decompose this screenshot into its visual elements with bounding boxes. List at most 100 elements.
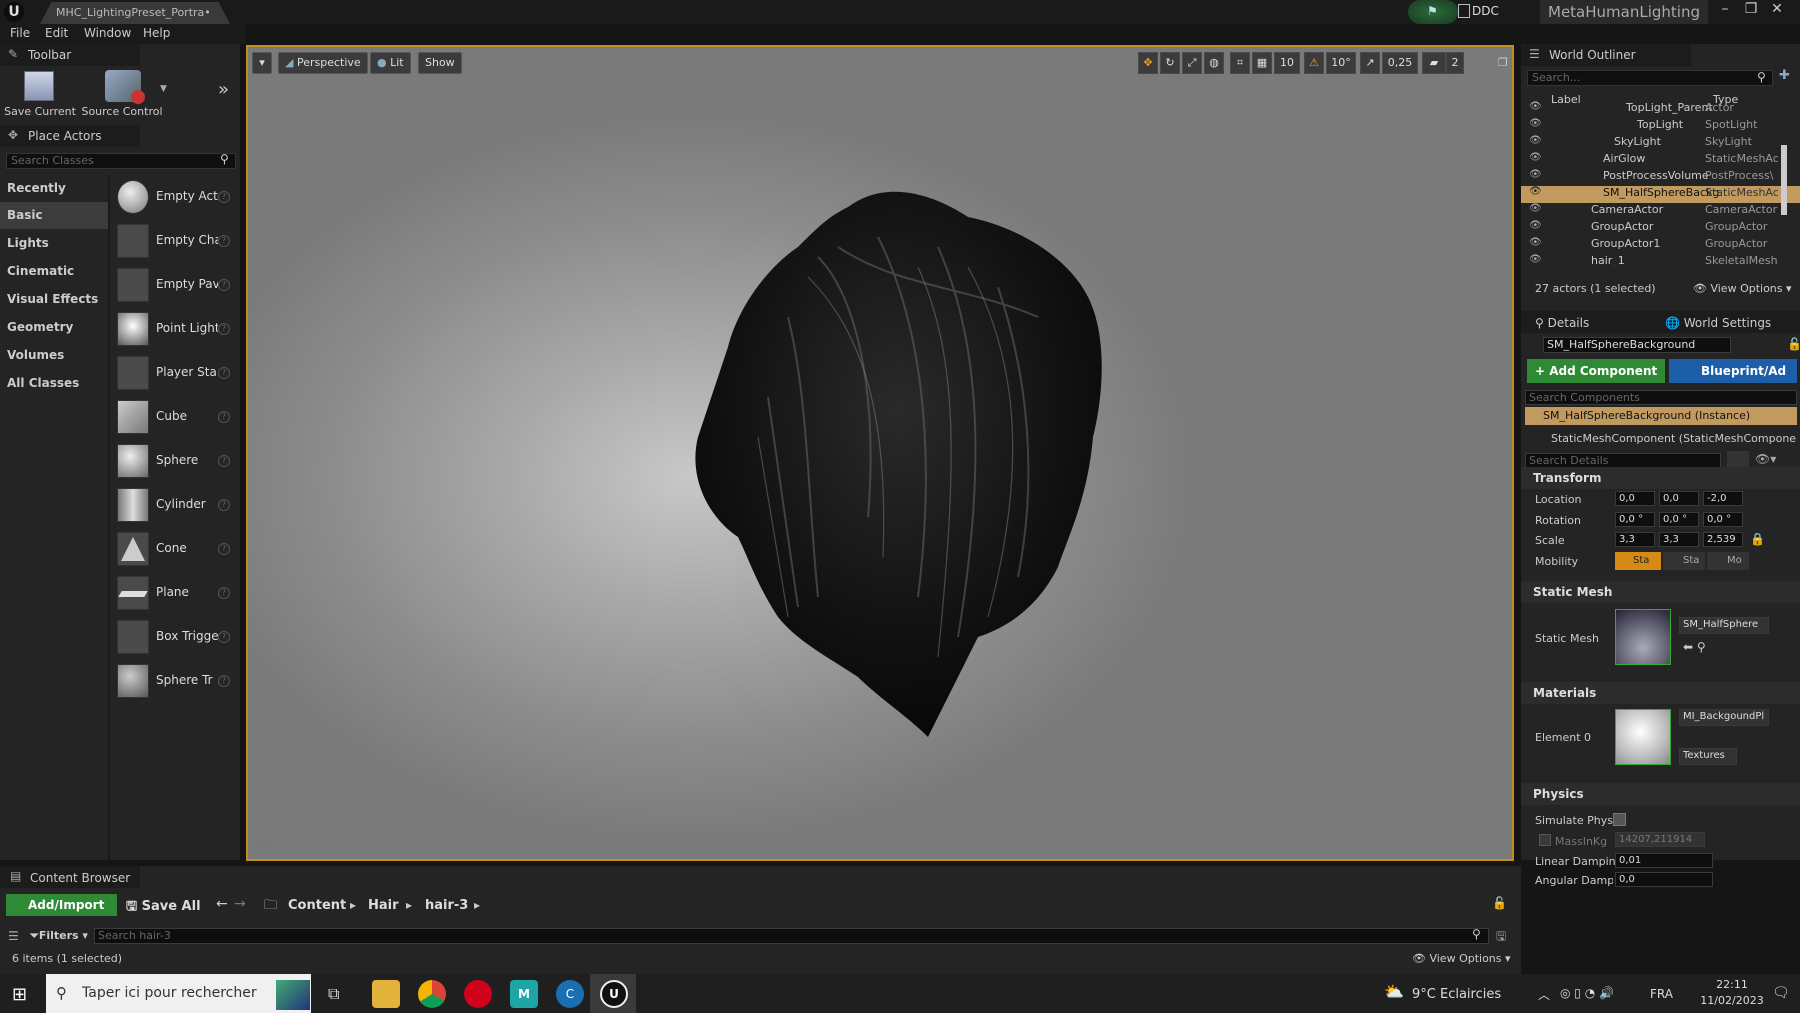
help-icon[interactable]: ? [218,279,230,291]
menu-file[interactable]: File [10,26,30,40]
add-folder-icon[interactable]: ✚ [1779,68,1790,83]
clock-date[interactable]: 11/02/2023 [1696,994,1768,1007]
outliner-row[interactable]: 👁 GroupActor1 GroupActor [1521,237,1800,254]
category-lights[interactable]: Lights [0,230,108,257]
help-icon[interactable]: ? [218,411,230,423]
camera-speed-value[interactable]: 2 [1446,52,1464,74]
lock-scale-icon[interactable]: 🔒 [1750,532,1765,546]
weather-text[interactable]: 9°C Eclaircies [1412,987,1501,1002]
category-volumes[interactable]: Volumes [0,342,108,369]
visibility-icon[interactable]: 👁▾ [1755,452,1776,466]
grid-snap-value[interactable]: 10 [1274,52,1300,74]
system-tray-icons[interactable]: ◎ ▯ ◔ 🔊 [1560,986,1614,1000]
help-icon[interactable]: ? [218,235,230,247]
location-y[interactable]: 0,0 [1659,491,1699,506]
location-label[interactable]: Location [1535,493,1582,506]
outliner-row-selected[interactable]: 👁 SM_HalfSphereBackg StaticMeshAc [1521,186,1800,203]
translate-icon[interactable]: ✥ [1138,52,1158,74]
mass-field[interactable]: 14207,211914 [1615,832,1705,847]
help-icon[interactable]: ? [218,455,230,467]
actor-item[interactable]: Cube? [113,398,238,438]
minimize-icon[interactable]: – [1712,0,1738,20]
lock-icon[interactable]: 🔓 [1492,896,1507,910]
rotation-x[interactable]: 0,0 ° [1615,512,1655,527]
save-current-button[interactable]: Save Current [4,105,76,118]
menu-window[interactable]: Window [84,26,131,40]
actor-item[interactable]: Cylinder? [113,486,238,526]
scale-snap-value[interactable]: 0,25 [1382,52,1418,74]
actor-item[interactable]: Empty Act? [113,178,238,218]
component-row[interactable]: StaticMeshComponent (StaticMeshComponent [1551,432,1797,445]
category-recently-placed[interactable]: Recently Placed [0,175,108,222]
cinema-app-icon[interactable]: C [556,980,584,1008]
menu-help[interactable]: Help [143,26,170,40]
notification-badge-icon[interactable]: ⚑ [1408,0,1458,24]
taskbar-search-input[interactable]: Taper ici pour rechercher [46,974,311,1013]
breadcrumb-content[interactable]: Content [288,898,346,913]
task-view-icon[interactable]: ⧉ [328,984,339,1004]
maximize-icon[interactable]: ❐ [1738,0,1764,20]
category-basic[interactable]: Basic [0,202,108,229]
back-arrow-icon[interactable]: ← [216,896,228,912]
save-icon[interactable] [24,71,54,101]
outliner-search-input[interactable]: Search... [1527,70,1773,86]
surface-snap-icon[interactable]: ⌗ [1230,52,1250,74]
category-all-classes[interactable]: All Classes [0,370,108,397]
simulate-physics-checkbox[interactable] [1613,813,1626,826]
outliner-view-options[interactable]: 👁 View Options ▾ [1693,282,1792,295]
eye-icon[interactable]: 👁 [1529,101,1542,112]
chrome-icon[interactable] [418,980,446,1008]
actor-item[interactable]: Empty Cha? [113,222,238,262]
lock-icon[interactable]: 🔓 [1787,337,1800,351]
static-mesh-combo[interactable]: SM_HalfSphere [1679,617,1769,634]
outliner-row[interactable]: 👁 AirGlow StaticMeshAc [1521,152,1800,169]
static-mesh-section[interactable]: Static Mesh [1521,581,1800,603]
category-visual-effects[interactable]: Visual Effects [0,286,108,313]
outliner-row[interactable]: 👁 SkyLight SkyLight [1521,135,1800,152]
language-indicator[interactable]: FRA [1650,987,1673,1001]
actor-name-input[interactable]: SM_HalfSphereBackground [1543,337,1731,353]
sources-toggle-icon[interactable]: ☰ [8,929,19,943]
save-all-button[interactable]: 🖫 Save All [126,897,201,919]
outliner-row[interactable]: 👁 GroupActor GroupActor [1521,220,1800,237]
actor-item[interactable]: Cone? [113,530,238,570]
filters-button[interactable]: ⏷Filters ▾ [30,929,88,943]
close-icon[interactable]: ✕ [1764,0,1790,20]
rotation-z[interactable]: 0,0 ° [1703,512,1743,527]
eye-icon[interactable]: 👁 [1529,152,1542,163]
eye-icon[interactable]: 👁 [1529,169,1542,180]
rotation-y[interactable]: 0,0 ° [1659,512,1699,527]
content-view-options[interactable]: 👁 View Options ▾ [1412,952,1511,965]
forward-arrow-icon[interactable]: → [234,896,246,912]
world-space-icon[interactable]: ◍ [1204,52,1224,74]
hair-mesh[interactable] [638,137,1158,757]
clock-time[interactable]: 22:11 [1700,978,1764,991]
actor-item[interactable]: Plane? [113,574,238,614]
tab-details[interactable]: ⚲ Details [1535,316,1589,330]
instance-row[interactable]: SM_HalfSphereBackground (Instance) [1525,407,1797,425]
outliner-row[interactable]: 👁 TopLight SpotLight [1521,118,1800,135]
use-selected-icon[interactable]: ⬅ ⚲ [1683,640,1706,654]
rotation-snap-icon[interactable]: ⚠ [1304,52,1324,74]
document-tab[interactable]: MHC_LightingPreset_Portra• [40,2,230,24]
actor-item[interactable]: Box Trigge? [113,618,238,658]
help-icon[interactable]: ? [218,587,230,599]
breadcrumb-hair[interactable]: Hair [368,898,399,913]
show-button[interactable]: Show [418,52,462,74]
ddc-label[interactable]: DDC [1472,4,1499,18]
angular-damping-field[interactable]: 0,0 [1615,872,1713,887]
viewport-options-icon[interactable]: ▾ [252,52,272,74]
textures-dropdown[interactable]: Textures [1679,748,1737,765]
help-icon[interactable]: ? [218,675,230,687]
help-icon[interactable]: ? [218,499,230,511]
eye-icon[interactable]: 👁 [1529,186,1542,197]
mobility-stationary[interactable]: Sta [1663,552,1705,570]
chevron-up-icon[interactable]: ︿ [1538,986,1550,1003]
lit-button[interactable]: ● Lit [370,52,411,74]
rotate-icon[interactable]: ↻ [1160,52,1180,74]
outliner-row[interactable]: 👁 TopLight_Parent Actor [1521,101,1800,118]
source-control-icon[interactable] [105,70,145,104]
windows-start-icon[interactable]: ⊞ [12,984,27,1005]
notifications-icon[interactable]: 🗨 [1772,985,1790,1001]
breadcrumb-hair-3[interactable]: hair-3 [425,898,468,913]
